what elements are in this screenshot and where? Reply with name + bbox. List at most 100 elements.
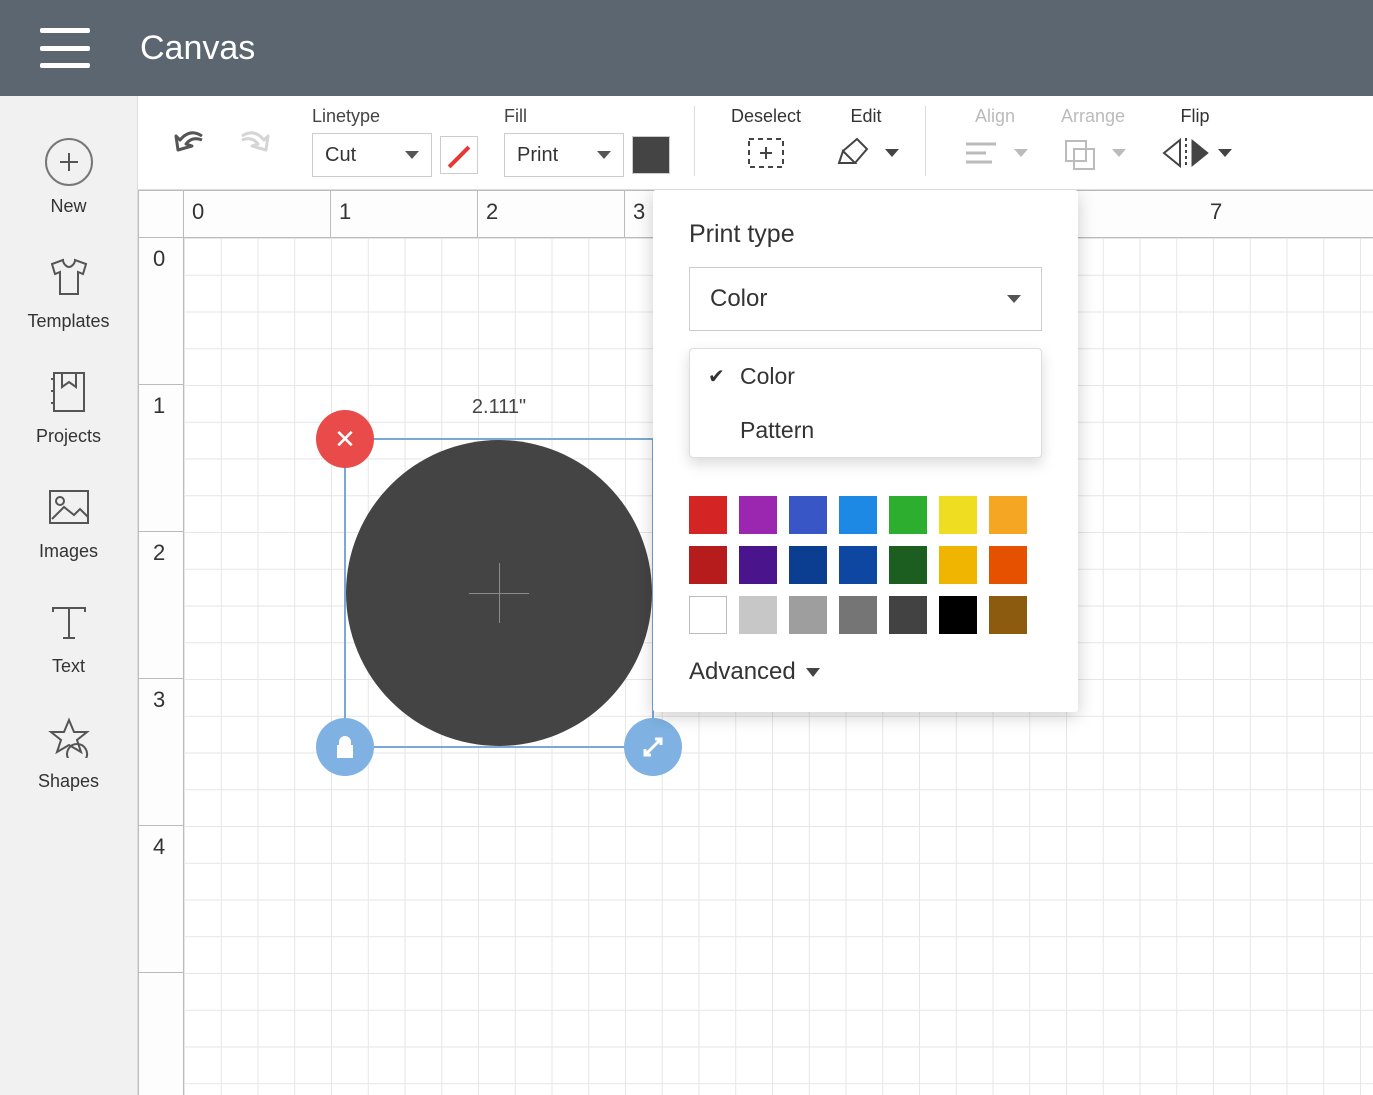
color-swatch[interactable]	[839, 546, 877, 584]
fill-value: Print	[517, 144, 558, 167]
sidebar-label: Text	[52, 656, 85, 677]
print-type-value: Color	[710, 285, 767, 313]
caret-down-icon	[806, 668, 820, 677]
option-label: Pattern	[740, 417, 814, 444]
sidebar-item-text[interactable]: Text	[0, 580, 137, 695]
selection-box[interactable]: 2.111" ✕	[344, 438, 654, 748]
color-swatch[interactable]	[839, 496, 877, 534]
ruler-tick: 3	[633, 199, 645, 225]
sidebar-label: Projects	[36, 426, 101, 447]
color-swatch[interactable]	[989, 596, 1027, 634]
color-swatch[interactable]	[939, 496, 977, 534]
advanced-label: Advanced	[689, 658, 796, 686]
fill-select[interactable]: Print	[504, 133, 624, 177]
left-sidebar: New Templates Projects Images Text Shape…	[0, 96, 138, 1095]
action-label: Arrange	[1061, 106, 1125, 127]
align-icon	[962, 133, 1028, 173]
caret-down-icon	[405, 151, 419, 159]
app-header: Canvas	[0, 0, 1373, 96]
color-swatch[interactable]	[939, 596, 977, 634]
sidebar-label: Shapes	[38, 771, 99, 792]
color-swatch[interactable]	[739, 596, 777, 634]
sidebar-item-templates[interactable]: Templates	[0, 235, 137, 350]
color-swatch[interactable]	[839, 596, 877, 634]
linetype-swatch[interactable]	[440, 136, 478, 174]
flip-icon	[1158, 133, 1232, 173]
color-swatch[interactable]	[989, 546, 1027, 584]
deselect-icon	[745, 133, 787, 173]
sidebar-item-projects[interactable]: Projects	[0, 350, 137, 465]
color-swatch[interactable]	[789, 596, 827, 634]
sidebar-item-new[interactable]: New	[0, 120, 137, 235]
sidebar-label: Templates	[27, 311, 109, 332]
toolbar-divider	[925, 106, 926, 176]
action-label: Edit	[851, 106, 882, 127]
color-swatch[interactable]	[789, 546, 827, 584]
color-swatch[interactable]	[689, 496, 727, 534]
toolbar-divider	[694, 106, 695, 176]
color-swatch[interactable]	[739, 496, 777, 534]
action-label: Deselect	[731, 106, 801, 127]
linetype-value: Cut	[325, 144, 356, 167]
check-icon: ✔	[708, 364, 732, 389]
ruler-corner	[138, 190, 184, 238]
edit-icon	[833, 133, 899, 173]
lock-handle[interactable]	[316, 718, 374, 776]
page-title: Canvas	[140, 29, 255, 68]
canvas-area[interactable]: 0 1 2 3 7 0 1 2 3 4 2.111" ✕ Print type …	[138, 190, 1373, 1095]
color-swatch[interactable]	[689, 546, 727, 584]
ruler-tick: 1	[153, 393, 165, 419]
sidebar-item-images[interactable]: Images	[0, 465, 137, 580]
color-swatch[interactable]	[689, 596, 727, 634]
projects-icon	[45, 368, 93, 416]
delete-handle[interactable]: ✕	[316, 410, 374, 468]
action-label: Flip	[1181, 106, 1210, 127]
ruler-tick: 2	[486, 199, 498, 225]
caret-down-icon	[597, 151, 611, 159]
ruler-tick: 7	[1210, 199, 1222, 225]
image-icon	[45, 483, 93, 531]
redo-icon[interactable]	[232, 126, 272, 158]
caret-down-icon	[1007, 295, 1021, 303]
advanced-toggle[interactable]: Advanced	[689, 658, 1042, 686]
option-pattern[interactable]: Pattern	[690, 403, 1041, 457]
color-swatch[interactable]	[939, 546, 977, 584]
sidebar-item-shapes[interactable]: Shapes	[0, 695, 137, 810]
action-label: Align	[975, 106, 1015, 127]
color-swatch[interactable]	[889, 546, 927, 584]
color-swatch[interactable]	[889, 496, 927, 534]
color-swatch[interactable]	[989, 496, 1027, 534]
menu-icon[interactable]	[40, 28, 90, 68]
deselect-button[interactable]: Deselect	[731, 106, 801, 173]
linetype-label: Linetype	[312, 106, 478, 127]
option-label: Color	[740, 363, 795, 390]
flip-button[interactable]: Flip	[1158, 106, 1232, 173]
selection-size-label: 2.111"	[346, 396, 652, 419]
ruler-tick: 4	[153, 834, 165, 860]
color-swatch[interactable]	[789, 496, 827, 534]
ruler-tick: 1	[339, 199, 351, 225]
sidebar-label: Images	[39, 541, 98, 562]
scale-handle[interactable]	[624, 718, 682, 776]
text-icon	[45, 598, 93, 646]
shirt-icon	[45, 253, 93, 301]
ruler-tick: 3	[153, 687, 165, 713]
color-swatches	[689, 496, 1042, 634]
arrange-icon	[1060, 133, 1126, 173]
ruler-tick: 2	[153, 540, 165, 566]
print-type-select[interactable]: Color	[689, 267, 1042, 331]
linetype-select[interactable]: Cut	[312, 133, 432, 177]
sidebar-label: New	[50, 196, 86, 217]
undo-icon[interactable]	[172, 126, 212, 158]
color-swatch[interactable]	[739, 546, 777, 584]
plus-icon	[45, 138, 93, 186]
circle-shape[interactable]	[346, 440, 652, 746]
fill-swatch[interactable]	[632, 136, 670, 174]
popover-title: Print type	[689, 220, 1042, 249]
edit-button[interactable]: Edit	[833, 106, 899, 173]
linetype-group: Linetype Cut	[312, 106, 478, 177]
color-swatch[interactable]	[889, 596, 927, 634]
print-type-dropdown: ✔ Color Pattern	[689, 348, 1042, 458]
option-color[interactable]: ✔ Color	[690, 349, 1041, 403]
ruler-vertical: 0 1 2 3 4	[138, 238, 184, 1095]
